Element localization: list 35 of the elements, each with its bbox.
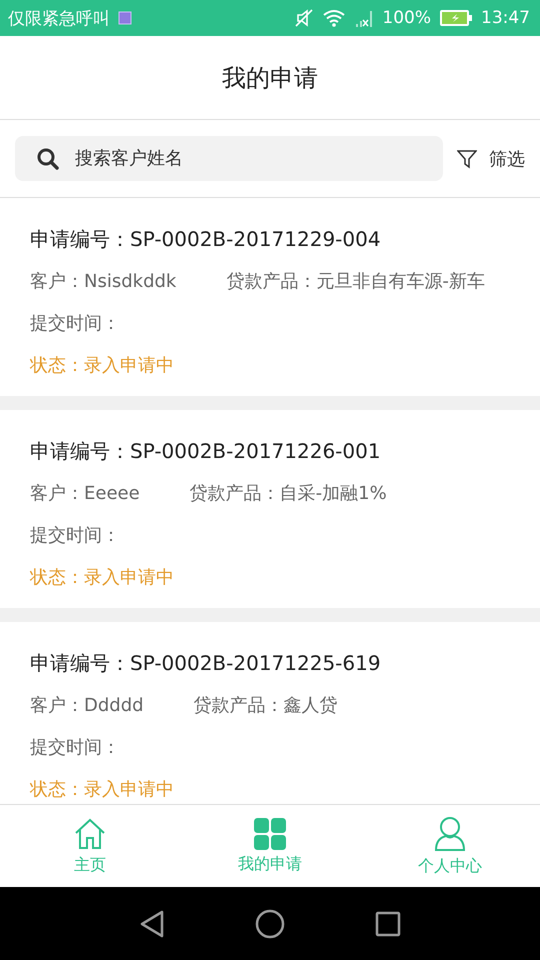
- application-status: 状态：录入申请中: [30, 778, 174, 801]
- loan-product: 贷款产品：自采-加融1%: [190, 482, 387, 505]
- application-card[interactable]: 申请编号：SP-0002B-20171226-001 客户：Eeeee 贷款产品：自采-加融1% 提交时间： 状态：录入申请中: [0, 410, 540, 608]
- customer-name: 客户：Ddddd: [30, 694, 144, 717]
- application-number: 申请编号：SP-0002B-20171226-001: [30, 438, 381, 464]
- image-icon: [118, 11, 132, 25]
- filter-icon: [457, 148, 477, 168]
- recents-icon[interactable]: [375, 910, 401, 936]
- application-card[interactable]: 申请编号：SP-0002B-20171225-619 客户：Ddddd 贷款产品：鑫人贷 提交时间： 状态：录入申请中: [0, 622, 540, 804]
- signal-icon: [354, 9, 374, 27]
- filter-button[interactable]: 筛选: [457, 146, 525, 170]
- clock: 13:47: [481, 8, 530, 28]
- wifi-icon: [322, 9, 346, 27]
- back-icon[interactable]: [139, 910, 165, 938]
- submit-time: 提交时间：: [30, 312, 120, 335]
- submit-time: 提交时间：: [30, 736, 120, 759]
- customer-name: 客户：Eeeee: [30, 482, 140, 505]
- application-status: 状态：录入申请中: [30, 354, 174, 377]
- home-circle-icon[interactable]: [255, 908, 285, 938]
- customer-name: 客户：Nsisdkddk: [30, 270, 176, 293]
- search-input[interactable]: 搜索客户姓名: [73, 147, 443, 170]
- battery-icon: [439, 9, 473, 27]
- loan-product: 贷款产品：鑫人贷: [194, 694, 338, 717]
- search-field[interactable]: 搜索客户姓名: [15, 136, 443, 181]
- submit-time: 提交时间：: [30, 524, 120, 547]
- application-number: 申请编号：SP-0002B-20171229-004: [30, 226, 381, 252]
- application-number: 申请编号：SP-0002B-20171225-619: [30, 650, 381, 676]
- search-icon: [37, 148, 59, 170]
- application-status: 状态：录入申请中: [30, 566, 174, 589]
- application-card[interactable]: 申请编号：SP-0002B-20171229-004 客户：Nsisdkddk 贷款产品：元旦非自有车源-新车 提交时间： 状态：录入申请中: [0, 198, 540, 396]
- page-title: 我的申请: [222, 62, 318, 94]
- loan-product: 贷款产品：元旦非自有车源-新车: [226, 270, 485, 293]
- battery-percent: 100%: [382, 8, 431, 28]
- status-text: 仅限紧急呼叫: [8, 8, 110, 30]
- mute-icon: [294, 8, 314, 28]
